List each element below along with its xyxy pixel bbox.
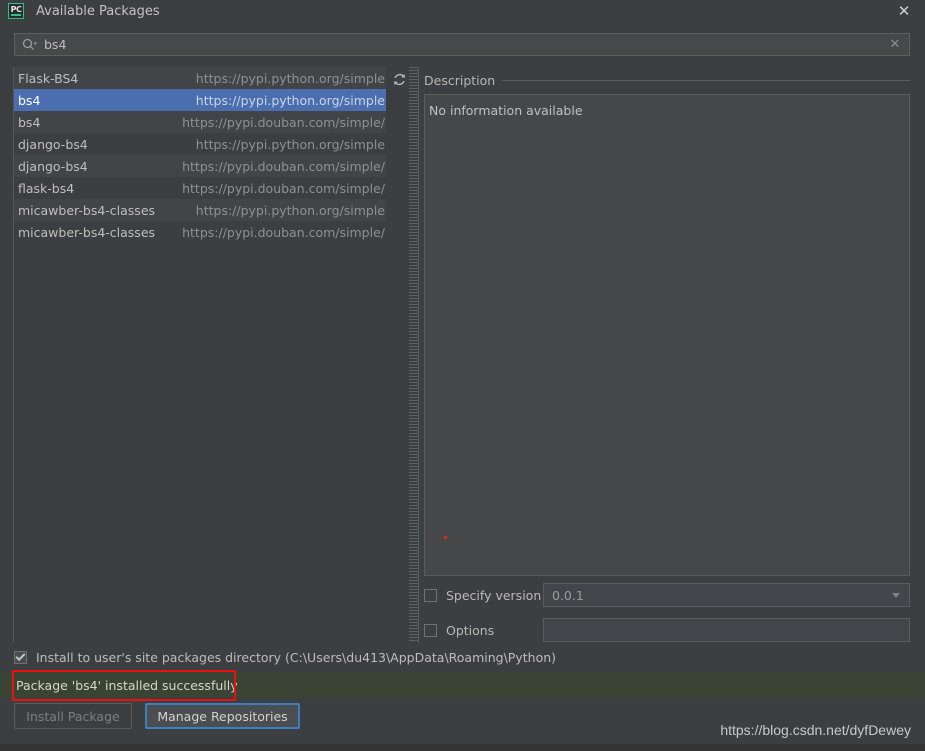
options-input[interactable]	[543, 618, 910, 642]
install-dir-label: Install to user's site packages director…	[36, 650, 557, 665]
description-header: Description	[424, 72, 910, 88]
annotation-dot	[444, 536, 447, 539]
package-name: flask-bs4	[18, 180, 75, 196]
package-row[interactable]: django-bs4 https://pypi.python.org/simple	[14, 133, 386, 155]
package-row[interactable]: micawber-bs4-classes https://pypi.python.…	[14, 199, 386, 221]
package-row[interactable]: Flask-BS4 https://pypi.python.org/simple	[14, 67, 386, 89]
package-repository-url: https://pypi.python.org/simple	[195, 92, 385, 108]
package-repository-url: https://pypi.python.org/simple	[195, 202, 385, 218]
bottom-strip	[0, 744, 925, 751]
install-package-button[interactable]: Install Package	[14, 703, 132, 729]
search-bar[interactable]: ✕	[14, 33, 910, 56]
description-text: No information available	[429, 103, 583, 118]
package-name: bs4	[18, 114, 41, 130]
install-dir-row: Install to user's site packages director…	[14, 650, 556, 665]
package-repository-url: https://pypi.douban.com/simple/	[182, 158, 385, 174]
description-panel: No information available	[424, 94, 910, 576]
package-name: Flask-BS4	[18, 70, 79, 86]
package-row[interactable]: django-bs4 https://pypi.douban.com/simple…	[14, 155, 386, 177]
package-row[interactable]: bs4 https://pypi.python.org/simple	[14, 89, 386, 111]
version-value: 0.0.1	[552, 587, 584, 603]
manage-repositories-label: Manage Repositories	[157, 708, 288, 724]
options-label: Options	[446, 622, 495, 638]
options-checkbox[interactable]	[424, 623, 437, 637]
specify-version-label: Specify version	[446, 587, 542, 603]
splitter-divider	[418, 67, 419, 643]
package-name: micawber-bs4-classes	[18, 202, 156, 218]
description-label: Description	[424, 72, 496, 88]
package-repository-url: https://pypi.douban.com/simple/	[182, 114, 385, 130]
panel-splitter[interactable]	[409, 67, 418, 643]
package-row[interactable]: flask-bs4 https://pypi.douban.com/simple/	[14, 177, 386, 199]
status-banner: Package 'bs4' installed successfully	[0, 672, 925, 698]
clear-icon[interactable]: ✕	[884, 37, 906, 52]
search-input[interactable]	[44, 37, 884, 52]
install-package-label: Install Package	[26, 708, 120, 724]
title-bar: PC Available Packages ✕	[0, 0, 925, 22]
package-row[interactable]: micawber-bs4-classes https://pypi.douban.…	[14, 221, 386, 243]
watermark: https://blog.csdn.net/dyfDewey	[720, 722, 911, 738]
version-dropdown[interactable]: 0.0.1	[543, 583, 910, 607]
package-name: bs4	[18, 92, 41, 108]
package-repository-url: https://pypi.python.org/simple	[195, 70, 385, 86]
install-dir-checkbox[interactable]	[14, 651, 27, 664]
package-name: django-bs4	[18, 136, 88, 152]
pycharm-icon: PC	[8, 3, 24, 19]
options-row: Options	[424, 618, 910, 642]
package-name: django-bs4	[18, 158, 88, 174]
specify-version-checkbox[interactable]	[424, 588, 437, 602]
package-repository-url: https://pypi.douban.com/simple/	[182, 224, 385, 240]
status-message: Package 'bs4' installed successfully	[16, 677, 238, 693]
specify-version-row: Specify version 0.0.1	[424, 583, 910, 607]
package-repository-url: https://pypi.douban.com/simple/	[182, 180, 385, 196]
package-repository-url: https://pypi.python.org/simple	[195, 136, 385, 152]
close-icon[interactable]: ✕	[893, 1, 915, 21]
package-name: micawber-bs4-classes	[18, 224, 156, 240]
search-icon	[22, 38, 37, 51]
window-title: Available Packages	[36, 3, 160, 19]
package-row[interactable]: bs4 https://pypi.douban.com/simple/	[14, 111, 386, 133]
manage-repositories-button[interactable]: Manage Repositories	[145, 703, 300, 729]
chevron-down-icon	[892, 592, 900, 598]
description-rule	[502, 79, 910, 81]
refresh-icon[interactable]	[390, 70, 408, 88]
package-list[interactable]: Flask-BS4 https://pypi.python.org/simple b…	[13, 67, 386, 643]
